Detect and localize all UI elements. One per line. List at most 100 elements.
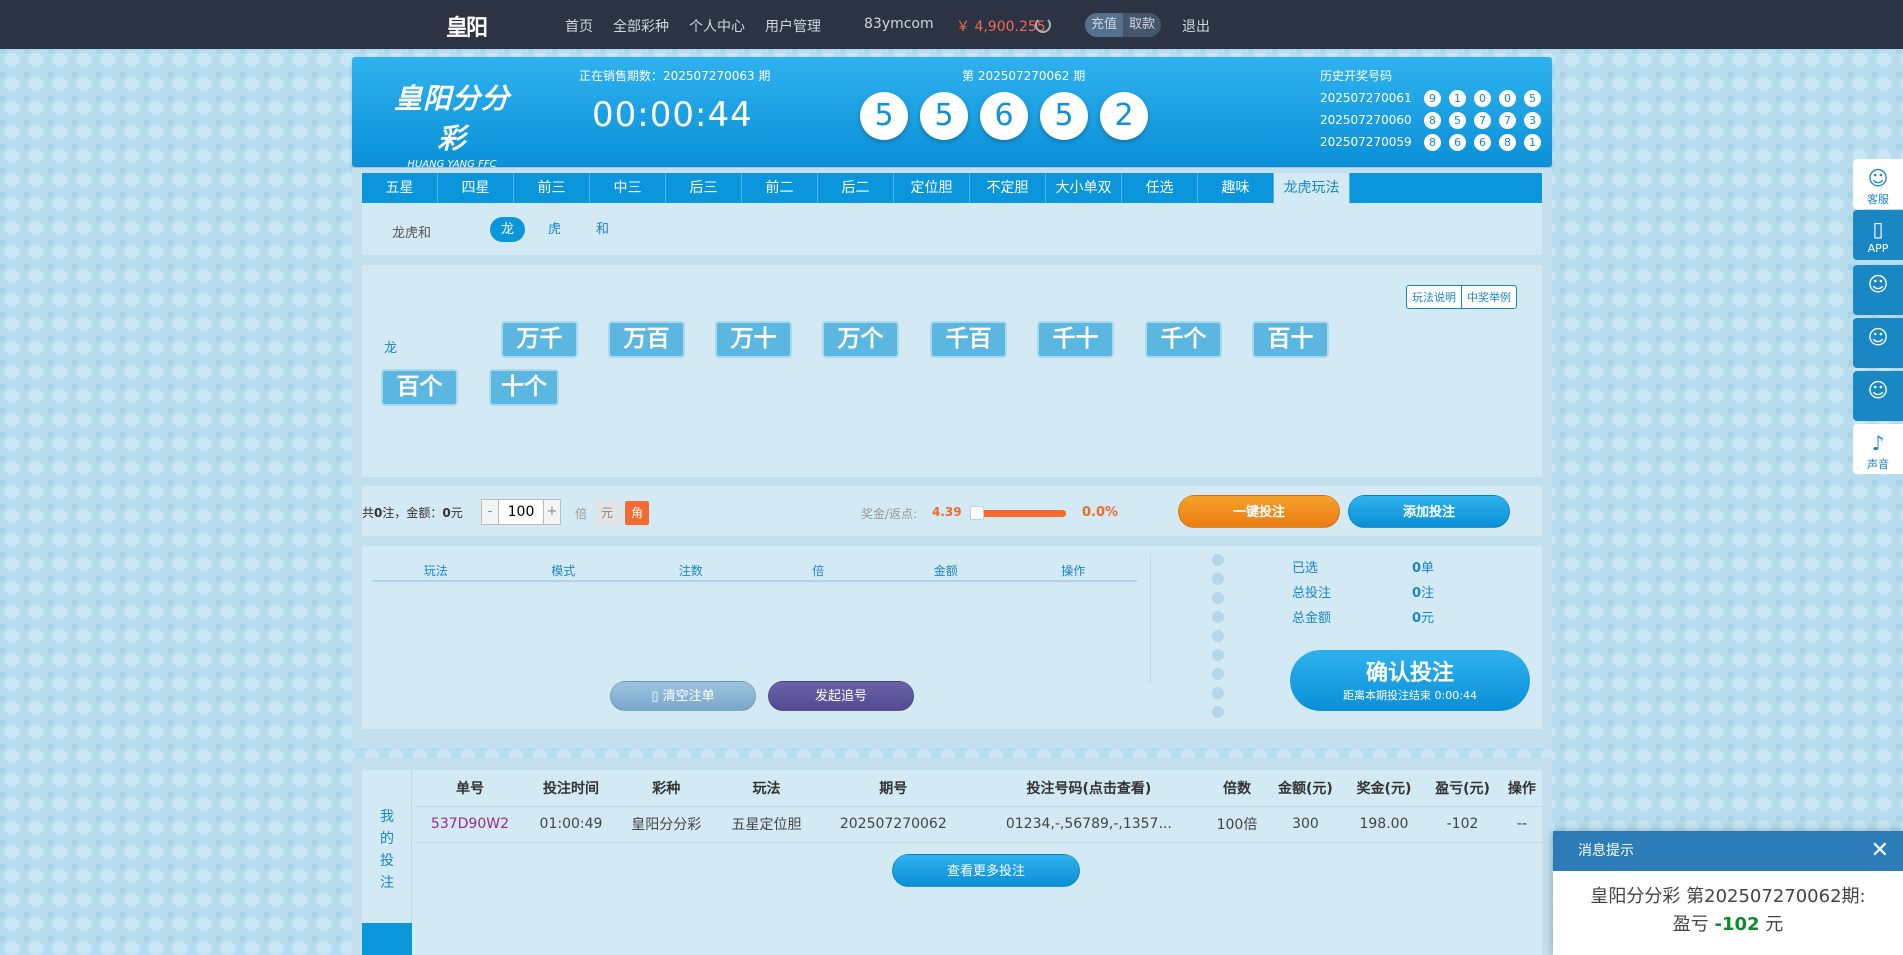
lottery-header: 皇阳分分彩 HUANG YANG FFC 正在销售期数：202507270063…	[352, 57, 1552, 180]
toast-header: 消息提示 ✕	[1553, 831, 1903, 871]
chase-button[interactable]: 发起追号	[768, 681, 914, 711]
cell-numbers[interactable]: 01234,-,56789,-,1357...	[969, 806, 1208, 843]
stat-selected-value: 0	[1412, 561, 1422, 576]
draw-ball: 2	[1100, 92, 1148, 140]
sub-play-tie[interactable]: 和	[585, 217, 620, 242]
float-service-2[interactable]: ☺	[1853, 265, 1903, 315]
rebate-label: 奖金/返点:	[861, 507, 918, 521]
sidebar-block	[362, 923, 412, 955]
cell-action: --	[1501, 806, 1542, 843]
add-bet-button[interactable]: 添加投注	[1348, 495, 1510, 528]
tab-big-small[interactable]: 大小单双	[1046, 173, 1122, 203]
float-service-3[interactable]: ☺	[1853, 318, 1903, 368]
side-char: 投	[380, 853, 394, 869]
bet-toolbar: 共0注，金额：0元 - + 倍 元 角 奖金/返点: 4.39 0.0% 一键投…	[362, 486, 1542, 536]
float-label: 声音	[1867, 458, 1889, 471]
history-ball: 9	[1424, 89, 1441, 107]
pick-qian-shi[interactable]: 千十	[1037, 321, 1114, 358]
tab-middle-three[interactable]: 中三	[590, 173, 666, 203]
cell-bet-time: 01:00:49	[525, 806, 617, 843]
unit-yuan-button[interactable]: 元	[595, 501, 619, 525]
toast-profit-unit: 元	[1765, 914, 1784, 935]
site-logo[interactable]: 皇阳	[446, 10, 488, 42]
headset-icon: ☺	[1867, 378, 1889, 402]
cell-play: 五星定位胆	[716, 806, 817, 843]
nav-all-lotteries[interactable]: 全部彩种	[613, 16, 669, 36]
multiplier-input[interactable]	[499, 499, 543, 525]
pick-wan-ge[interactable]: 万个	[822, 321, 899, 358]
unit-jiao-button[interactable]: 角	[625, 501, 649, 525]
clear-cart-label: 清空注单	[662, 689, 715, 704]
logout-link[interactable]: 退出	[1182, 16, 1210, 36]
history-ball: 5	[1524, 89, 1541, 107]
my-bets-table: 单号 投注时间 彩种 玩法 期号 投注号码(点击查看) 倍数 金额(元) 奖金(…	[414, 770, 1542, 843]
float-service-4[interactable]: ☺	[1853, 371, 1903, 421]
draw-ball: 5	[1040, 92, 1088, 140]
float-sound[interactable]: ♪ 声音	[1853, 424, 1903, 474]
col-action: 操作	[1501, 770, 1542, 807]
refresh-icon[interactable]	[1035, 17, 1051, 33]
tab-position[interactable]: 定位胆	[894, 173, 970, 203]
tab-front-three[interactable]: 前三	[514, 173, 590, 203]
pick-qian-bai[interactable]: 千百	[930, 321, 1007, 358]
tab-dragon-tiger[interactable]: 龙虎玩法	[1274, 173, 1350, 203]
order-id-link[interactable]: 537D90W2	[414, 806, 526, 843]
example-button[interactable]: 中奖举例	[1461, 286, 1516, 308]
table-header-row: 单号 投注时间 彩种 玩法 期号 投注号码(点击查看) 倍数 金额(元) 奖金(…	[414, 770, 1542, 807]
nav-home[interactable]: 首页	[565, 16, 593, 36]
stat-total-bets-value: 0	[1412, 586, 1422, 601]
confirm-bet-button[interactable]: 确认投注 距离本期投注结束 0:00:44	[1290, 650, 1530, 711]
rebate-slider[interactable]	[970, 506, 1066, 520]
pick-shi-ge[interactable]: 十个	[489, 369, 559, 406]
tab-optional[interactable]: 任选	[1122, 173, 1198, 203]
history-ball: 1	[1524, 133, 1541, 151]
history-ball: 6	[1449, 133, 1466, 151]
pick-wan-bai[interactable]: 万百	[608, 321, 685, 358]
sub-play-dragon[interactable]: 龙	[490, 217, 526, 242]
nav-user-management[interactable]: 用户管理	[765, 16, 821, 36]
float-customer-service[interactable]: ☺ 客服	[1853, 159, 1903, 209]
history-issue: 202507270059	[1320, 135, 1412, 149]
toast-line2: 盈亏 -102 元	[1563, 911, 1893, 939]
view-more-bets-button[interactable]: 查看更多投注	[892, 854, 1080, 887]
balance: ￥ 4,900.255	[956, 19, 1046, 35]
confirm-bet-label: 确认投注	[1365, 661, 1454, 686]
toast-profit-label: 盈亏	[1672, 914, 1709, 935]
pick-bai-ge[interactable]: 百个	[381, 369, 458, 406]
number-pick-area: 玩法说明 中奖举例 龙 万千 万百 万十 万个 千百 千十 千个 百十 百个 十…	[362, 265, 1542, 477]
pick-wan-shi[interactable]: 万十	[715, 321, 792, 358]
cart-col-action: 操作	[1061, 564, 1086, 578]
recharge-button[interactable]: 充值	[1085, 13, 1124, 37]
tab-non-position[interactable]: 不定胆	[970, 173, 1046, 203]
tab-four-star[interactable]: 四星	[438, 173, 514, 203]
sub-play-tiger[interactable]: 虎	[537, 217, 572, 242]
play-tabs: 五星 四星 前三 中三 后三 前二 后二 定位胆 不定胆 大小单双 任选 趣味 …	[362, 173, 1542, 203]
pick-bai-shi[interactable]: 百十	[1252, 321, 1329, 358]
headset-icon: ☺	[1867, 272, 1889, 296]
betting-panel: 五星 四星 前三 中三 后三 前二 后二 定位胆 不定胆 大小单双 任选 趣味 …	[352, 168, 1552, 748]
tab-fun[interactable]: 趣味	[1198, 173, 1274, 203]
quick-bet-button[interactable]: 一键投注	[1178, 495, 1340, 528]
rebate-slider-handle[interactable]	[970, 506, 984, 520]
col-prize: 奖金(元)	[1344, 770, 1424, 807]
clear-cart-button[interactable]: ▯ 清空注单	[610, 681, 756, 711]
withdraw-button[interactable]: 取款	[1123, 13, 1161, 37]
tab-back-two[interactable]: 后二	[818, 173, 894, 203]
toast-profit-value: -102	[1714, 914, 1760, 935]
tab-front-two[interactable]: 前二	[742, 173, 818, 203]
sub-play-label: 龙虎和	[392, 226, 432, 241]
rules-button[interactable]: 玩法说明	[1407, 286, 1461, 308]
pick-qian-ge[interactable]: 千个	[1145, 321, 1222, 358]
help-button-group: 玩法说明 中奖举例	[1406, 285, 1517, 309]
tab-back-three[interactable]: 后三	[666, 173, 742, 203]
minus-button[interactable]: -	[481, 499, 499, 525]
pick-wan-qian[interactable]: 万千	[501, 321, 578, 358]
close-icon[interactable]: ✕	[1871, 831, 1889, 871]
col-issue: 期号	[816, 770, 970, 807]
plus-button[interactable]: +	[543, 499, 561, 525]
nav-user-center[interactable]: 个人中心	[689, 16, 745, 36]
tab-five-star[interactable]: 五星	[362, 173, 438, 203]
stat-total-amount-unit: 元	[1421, 611, 1435, 626]
float-app[interactable]: ▯ APP	[1853, 210, 1903, 260]
top-nav: 皇阳 首页 全部彩种 个人中心 用户管理 83ymcom ￥ 4,900.255…	[0, 0, 1903, 49]
